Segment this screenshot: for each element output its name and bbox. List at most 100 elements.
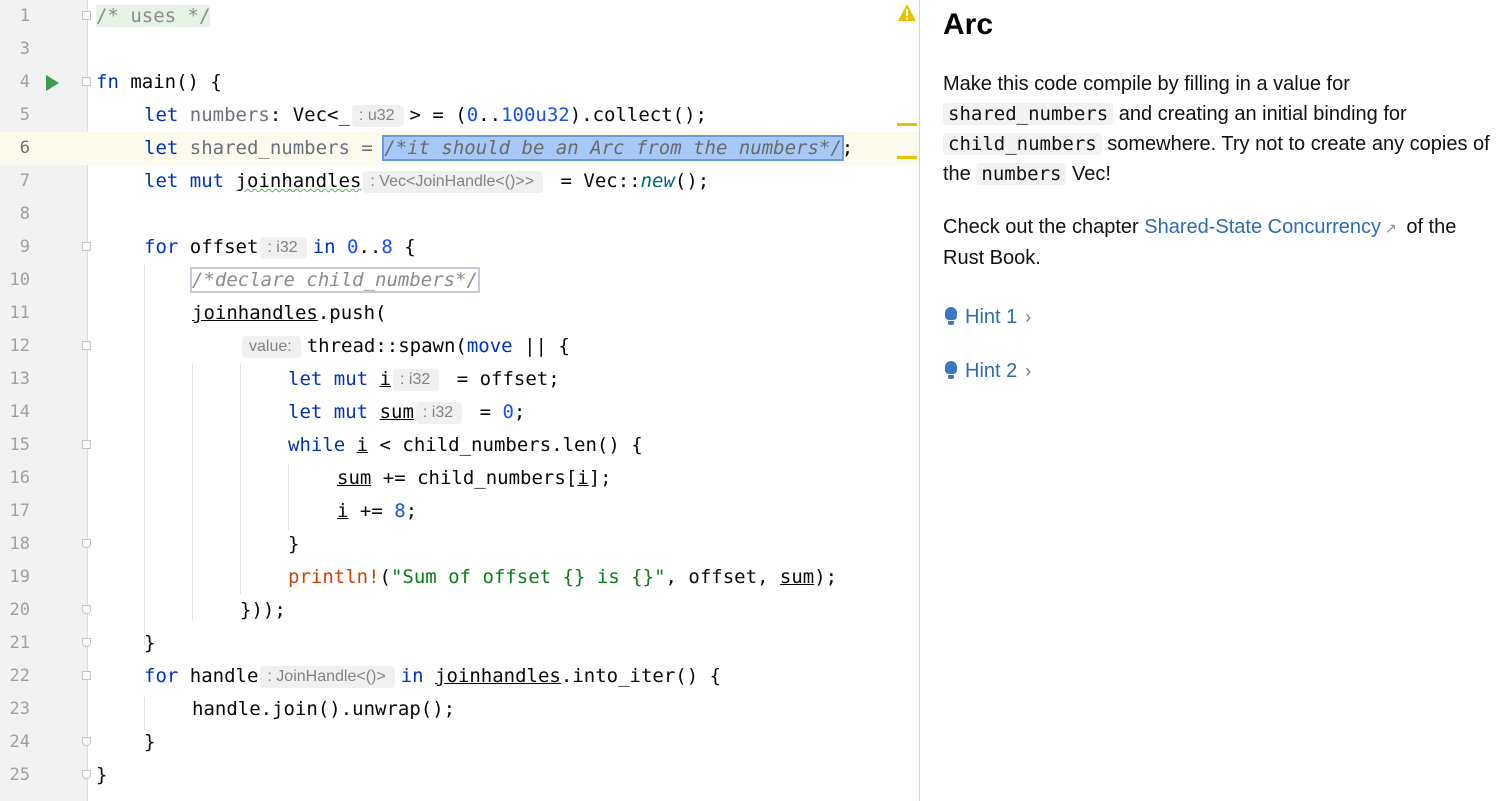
description-text: Vec! [1066, 163, 1111, 185]
fold-icon[interactable] [82, 11, 91, 20]
inline-code: shared_numbers [943, 103, 1114, 125]
error-stripe-mark[interactable] [897, 123, 917, 126]
line-number: 22 [9, 666, 30, 686]
code-editor[interactable]: 1 /* uses */ 3 4 fn main() { 5 let numbe… [0, 0, 919, 801]
fold-icon[interactable] [82, 671, 91, 680]
code-text: ); [814, 566, 838, 588]
code-line[interactable]: 17 i += 8; [0, 495, 919, 528]
fold-icon[interactable] [82, 77, 91, 86]
code-text: ; [841, 137, 854, 159]
code-text: || { [512, 335, 570, 357]
hint-2-toggle[interactable]: Hint 2 › [943, 356, 1031, 386]
number: 0 [466, 104, 479, 126]
fold-icon[interactable] [82, 737, 91, 746]
identifier: sum [337, 467, 372, 489]
code-line[interactable]: 12 value: thread::spawn(move || { [0, 330, 919, 363]
run-gutter-icon[interactable] [46, 75, 59, 91]
code-line[interactable]: 18 } [0, 528, 919, 561]
code-line[interactable]: 13 let mut i: i32 = offset; [0, 363, 919, 396]
keyword: fn [96, 71, 119, 93]
fold-icon[interactable] [82, 539, 91, 548]
description-text: Check out the chapter [943, 216, 1145, 238]
code-line[interactable]: 19 println!("Sum of offset {} is {}", of… [0, 561, 919, 594]
fold-icon[interactable] [82, 440, 91, 449]
chevron-right-icon: › [1025, 306, 1032, 327]
code-line[interactable]: 21 } [0, 627, 919, 660]
code-text: handle.join().unwrap(); [192, 698, 456, 720]
code-line[interactable]: 25 } [0, 759, 919, 792]
code-line-current[interactable]: 6 let shared_numbers = /*it should be an… [0, 132, 919, 165]
code-text: , offset, [665, 566, 780, 588]
lightbulb-icon [943, 360, 959, 382]
hint-label: Hint 1 [965, 305, 1018, 328]
type-hint: : i32 [415, 402, 463, 424]
identifier: sum [379, 401, 414, 423]
line-number: 10 [9, 270, 30, 290]
warning-icon[interactable] [897, 3, 917, 23]
code-text: } [144, 632, 156, 654]
task-description-panel: Arc Make this code compile by filling in… [920, 0, 1500, 801]
code-line[interactable]: 10 /*declare child_numbers*/ [0, 264, 919, 297]
code-line[interactable]: 1 /* uses */ [0, 0, 919, 33]
task-description: Make this code compile by filling in a v… [943, 69, 1493, 189]
fold-icon[interactable] [82, 638, 91, 647]
code-line[interactable]: 15 while i < child_numbers.len() { [0, 429, 919, 462]
description-text: and creating an initial binding for [1113, 103, 1407, 125]
line-number: 11 [9, 303, 30, 323]
identifier: sum [779, 566, 815, 588]
keyword: let [144, 104, 179, 126]
error-stripe-mark[interactable] [897, 156, 917, 159]
fold-icon[interactable] [82, 770, 91, 779]
collapsed-imports[interactable]: /* uses */ [96, 5, 211, 27]
code-line[interactable]: 22 for handle: JoinHandle<()> in joinhand… [0, 660, 919, 693]
line-number: 24 [9, 732, 30, 752]
line-number: 25 [9, 765, 30, 785]
identifier: joinhandles [235, 170, 362, 192]
code-line[interactable]: 8 [0, 198, 919, 231]
line-number: 19 [9, 567, 30, 587]
code-line[interactable]: 9 for offset: i32 in 0..8 { [0, 231, 919, 264]
number: 8 [394, 500, 406, 522]
code-line[interactable]: 5 let numbers: Vec<_: u32 > = (0..100u32)… [0, 99, 919, 132]
answer-placeholder-arc[interactable]: /*it should be an Arc from the numbers*/ [382, 135, 844, 161]
number: 100u32 [501, 104, 570, 126]
line-number: 17 [9, 501, 30, 521]
code-text: (); [674, 170, 710, 192]
number: 0 [502, 401, 514, 423]
code-line[interactable]: 16 sum += child_numbers[i]; [0, 462, 919, 495]
code-text: = Vec:: [549, 170, 641, 192]
fold-icon[interactable] [82, 242, 91, 251]
code-text: += child_numbers[ [371, 467, 578, 489]
code-line[interactable]: 7 let mut joinhandles: Vec<JoinHandle<()… [0, 165, 919, 198]
answer-placeholder-child-numbers[interactable]: /*declare child_numbers*/ [190, 267, 480, 293]
code-line[interactable]: 20 })); [0, 594, 919, 627]
line-number: 15 [9, 435, 30, 455]
type-hint: : i32 [393, 369, 440, 391]
hint-1-toggle[interactable]: Hint 1 › [943, 302, 1031, 332]
fold-icon[interactable] [82, 341, 91, 350]
code-text: } [96, 764, 108, 786]
fn-signature: main() { [118, 71, 222, 93]
code-text: = [468, 401, 503, 423]
code-line[interactable]: 24 } [0, 726, 919, 759]
code-text: .into_iter() { [560, 665, 722, 687]
keyword: for [144, 236, 179, 258]
code-text: ).collect(); [569, 104, 707, 126]
type-hint: : i32 [260, 237, 307, 259]
rust-book-link[interactable]: Shared-State Concurrency [1144, 216, 1381, 238]
code-text: = offset; [445, 368, 560, 390]
code-line[interactable]: 11 joinhandles.push( [0, 297, 919, 330]
code-text: } [288, 533, 300, 555]
code-text: > = ( [409, 104, 467, 126]
line-number: 21 [9, 633, 30, 653]
identifier: numbers [178, 104, 270, 126]
code-line[interactable]: 4 fn main() { [0, 66, 919, 99]
line-number: 5 [19, 105, 30, 125]
string-literal: "Sum of offset {} is {}" [390, 566, 666, 588]
code-line[interactable]: 3 [0, 33, 919, 66]
line-number: 12 [9, 336, 30, 356]
identifier: i [577, 467, 589, 489]
fold-icon[interactable] [82, 605, 91, 614]
code-line[interactable]: 23 handle.join().unwrap(); [0, 693, 919, 726]
code-line[interactable]: 14 let mut sum: i32 = 0; [0, 396, 919, 429]
